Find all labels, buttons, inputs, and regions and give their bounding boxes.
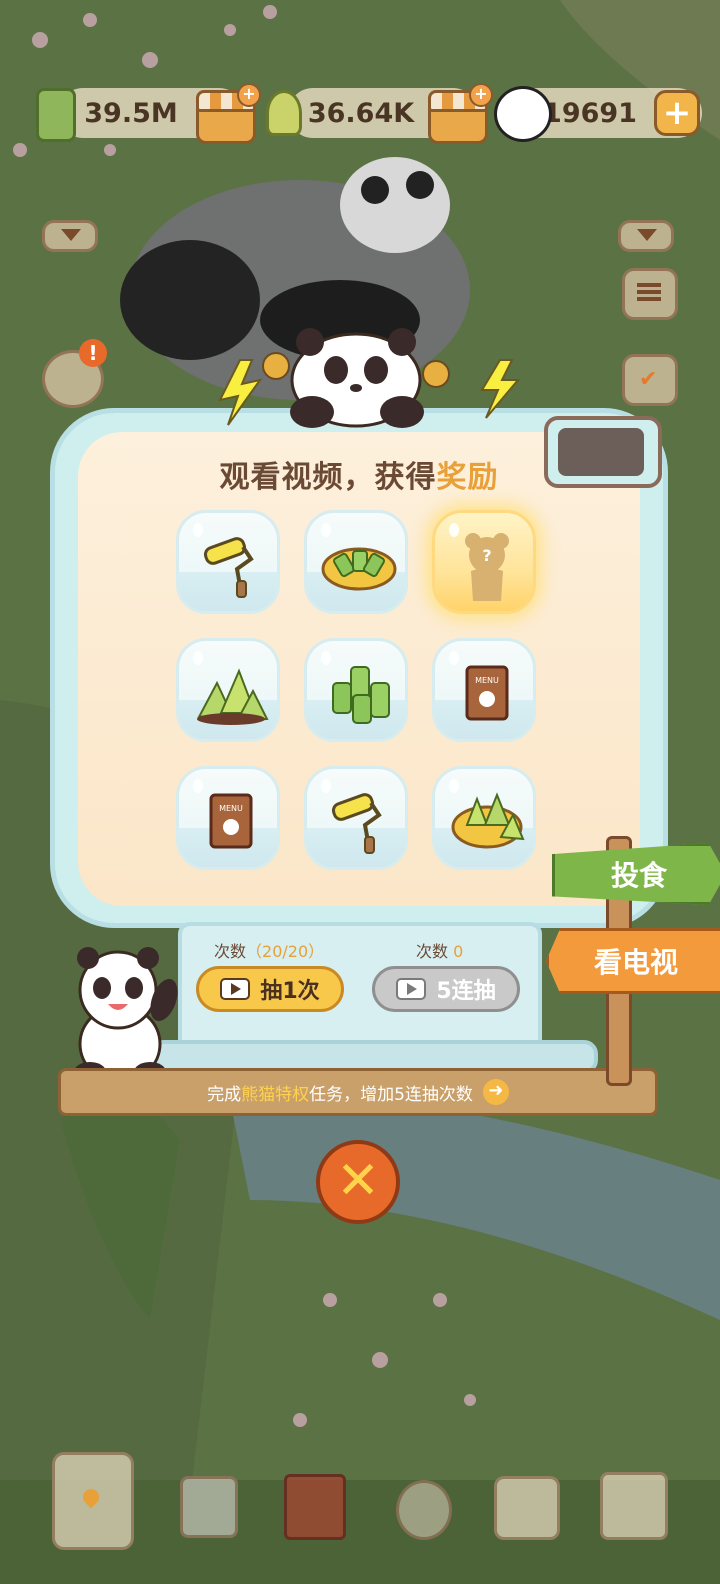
bamboo-shoots-icon — [197, 668, 269, 725]
chevron-down-icon — [637, 229, 657, 241]
reward-slot-4[interactable] — [176, 638, 280, 742]
add-panda-coins-button[interactable]: + — [654, 90, 700, 136]
draw-five-button[interactable]: 5连抽 — [372, 966, 520, 1012]
plus-icon: + — [237, 83, 261, 107]
chevron-down-icon — [61, 229, 81, 241]
bamboo-icon — [36, 88, 76, 142]
mystery-bear-icon: ? — [465, 533, 509, 601]
bamboo-shop-button[interactable]: + — [196, 83, 261, 144]
title-text: 观看视频，获得 — [219, 460, 437, 495]
list-icon — [637, 283, 661, 301]
reward-slot-3[interactable]: ? — [432, 510, 536, 614]
reward-slot-5[interactable] — [304, 638, 408, 742]
svg-text:?: ? — [482, 546, 491, 565]
arrow-right-icon[interactable]: ➜ — [482, 1079, 509, 1105]
plus-icon: + — [469, 83, 493, 107]
reward-slot-1[interactable] — [176, 510, 280, 614]
recipe-book-button[interactable] — [284, 1474, 346, 1540]
close-button[interactable]: ✕ — [316, 1140, 400, 1224]
shoot-amount: 36.64K — [307, 97, 415, 129]
collapse-left-button[interactable] — [42, 220, 98, 252]
panda-coin-amount: 19691 — [543, 97, 637, 129]
draw-five-label: 5连抽 — [436, 979, 496, 1004]
task-highlight: 熊猫特权 — [241, 1084, 310, 1105]
title-highlight: 奖励 — [436, 460, 499, 495]
close-icon: ✕ — [336, 1151, 380, 1211]
menu-book-icon: MENU — [209, 793, 253, 849]
watch-tv-sign-button[interactable]: 看电视 — [546, 928, 720, 994]
tools-button[interactable] — [396, 1480, 452, 1540]
reward-slot-2[interactable] — [304, 510, 408, 614]
svg-text:MENU: MENU — [219, 804, 243, 813]
panda-privilege-task-banner[interactable]: 完成熊猫特权任务，增加5连抽次数 ➜ — [58, 1068, 658, 1116]
reward-slot-8[interactable] — [304, 766, 408, 870]
dialog-title: 观看视频，获得奖励 — [78, 452, 640, 496]
list-menu-button[interactable] — [622, 268, 678, 320]
watch-tv-label: 看电视 — [593, 946, 678, 979]
panda-icon — [494, 86, 552, 142]
count-value: 0 — [453, 942, 464, 961]
task-suffix: 任务，增加5连抽次数 — [309, 1084, 473, 1105]
seed-bag-button[interactable]: ! — [42, 339, 107, 408]
map-pin-icon — [79, 1485, 103, 1509]
single-draw-count: 次数（20/20） — [214, 938, 324, 962]
video-play-icon — [396, 978, 427, 1000]
map-button[interactable] — [52, 1452, 134, 1550]
draw-once-button[interactable]: 抽1次 — [196, 966, 344, 1012]
feed-label: 投食 — [610, 859, 667, 892]
bamboo-stalks-icon — [332, 666, 390, 724]
reward-slot-9[interactable] — [432, 766, 536, 870]
panda-mascot-top — [218, 328, 520, 428]
calendar-checkin-button[interactable]: ✔ — [622, 354, 678, 406]
menu-book-icon: MENU — [465, 665, 509, 721]
reward-slot-7[interactable]: MENU — [176, 766, 280, 870]
task-prefix: 完成 — [207, 1084, 242, 1105]
panda-mascot-waving — [74, 947, 178, 1084]
checkmark-icon: ✔ — [639, 367, 658, 392]
panda-card-button[interactable] — [494, 1476, 560, 1540]
alert-icon: ! — [79, 339, 107, 367]
paint-bucket-button[interactable] — [180, 1476, 238, 1538]
collapse-right-button[interactable] — [618, 220, 674, 252]
task-text: 完成熊猫特权任务，增加5连抽次数 — [207, 1080, 473, 1105]
count-label: 次数 — [214, 942, 247, 961]
shoot-shop-button[interactable]: + — [428, 83, 493, 144]
bamboo-amount: 39.5M — [84, 97, 178, 129]
paint-roller-icon — [203, 537, 254, 598]
shoot-basket-icon — [451, 792, 525, 849]
video-play-icon — [220, 978, 251, 1000]
five-draw-count: 次数 0 — [416, 938, 463, 962]
bamboo-shoot-icon — [266, 90, 302, 136]
bamboo-bowl-icon — [321, 547, 397, 591]
count-label: 次数 — [416, 942, 449, 961]
shop-board-button[interactable] — [600, 1472, 668, 1540]
reward-slot-6[interactable]: MENU — [432, 638, 536, 742]
paint-roller-icon — [331, 793, 382, 854]
count-value: （20/20） — [246, 942, 325, 961]
draw-once-label: 抽1次 — [260, 979, 320, 1004]
svg-text:MENU: MENU — [475, 676, 499, 685]
